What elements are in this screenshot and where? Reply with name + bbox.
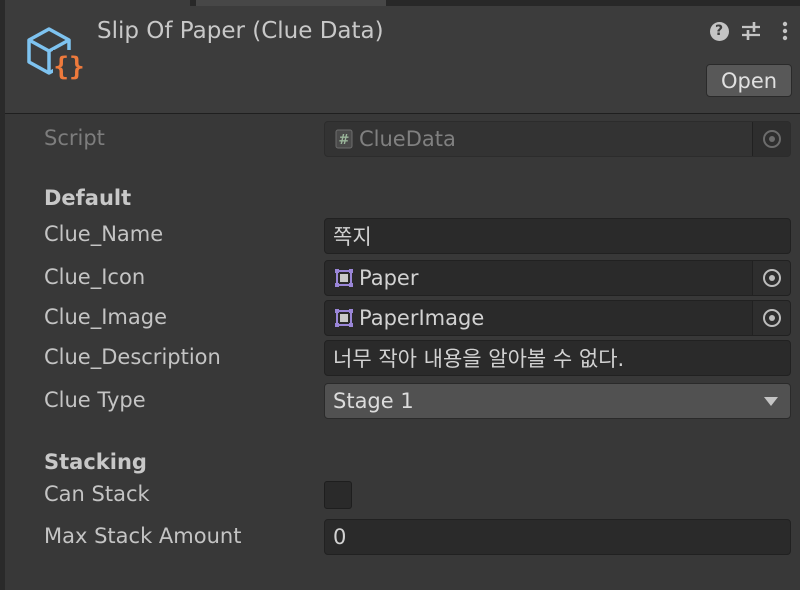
script-field: # ClueData [324,121,791,157]
clue-description-label: Clue_Description [44,345,221,369]
object-picker-icon [752,122,790,156]
preset-settings-icon[interactable] [740,20,762,42]
open-button[interactable]: Open [706,64,792,97]
script-value: ClueData [359,127,456,151]
section-stacking: Stacking [44,450,147,474]
max-stack-amount-value: 0 [333,525,347,549]
chevron-down-icon [764,396,778,406]
help-icon[interactable]: ? [708,20,730,42]
clue-description-value: 너무 작아 내용을 알아볼 수 없다. [333,347,625,371]
svg-text:#: # [339,133,350,148]
max-stack-amount-label: Max Stack Amount [44,524,242,548]
script-icon: # [333,128,355,150]
clue-name-input[interactable]: 쪽지 [324,218,791,254]
clue-type-dropdown[interactable]: Stage 1 [324,383,791,419]
sprite-icon [333,307,355,329]
clue-description-input[interactable]: 너무 작아 내용을 알아볼 수 없다. [324,340,791,376]
can-stack-checkbox[interactable] [324,481,352,509]
object-picker-icon[interactable] [752,301,790,335]
svg-text:{}: {} [53,52,84,82]
scriptable-object-icon: {} [23,20,87,84]
script-label: Script [44,126,105,150]
section-default: Default [44,186,132,210]
asset-title: Slip Of Paper (Clue Data) [97,18,384,44]
clue-name-label: Clue_Name [44,222,164,246]
clue-icon-label: Clue_Icon [44,265,146,289]
clue-type-label: Clue Type [44,388,146,412]
clue-image-field[interactable]: PaperImage [324,300,791,336]
clue-name-value: 쪽지 [333,225,372,249]
max-stack-amount-input[interactable]: 0 [324,519,791,555]
sprite-icon [333,267,355,289]
clue-image-value: PaperImage [359,306,485,330]
inspector-header: {} Slip Of Paper (Clue Data) ? Open [5,6,800,114]
clue-type-value: Stage 1 [333,389,414,413]
object-picker-icon[interactable] [752,261,790,295]
clue-icon-field[interactable]: Paper [324,260,791,296]
help-glyph: ? [709,21,729,41]
kebab-menu-icon[interactable] [774,20,796,42]
clue-icon-value: Paper [359,266,419,290]
can-stack-label: Can Stack [44,482,150,506]
clue-image-label: Clue_Image [44,305,167,329]
